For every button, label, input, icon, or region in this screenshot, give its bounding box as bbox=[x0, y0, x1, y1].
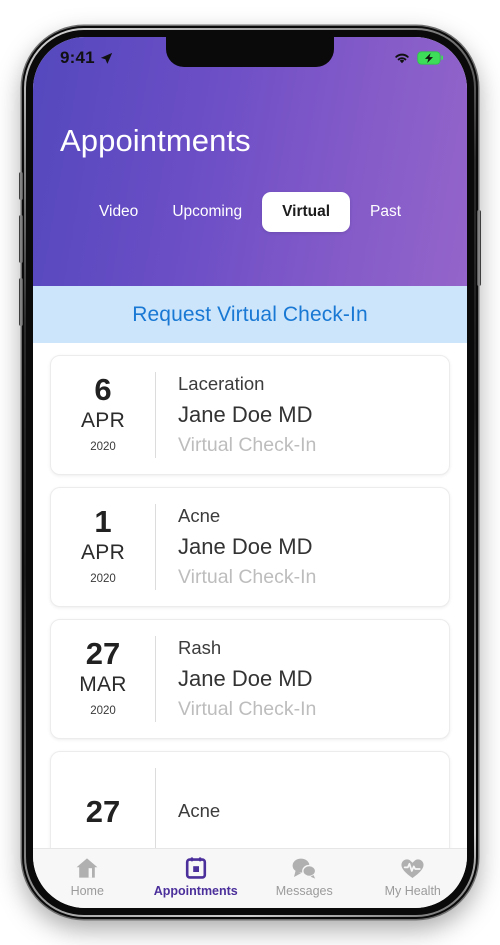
app-header: 9:41 Appointments Video Upcoming Virtual… bbox=[33, 37, 467, 286]
wifi-icon bbox=[395, 53, 409, 64]
status-bar-left: 9:41 bbox=[60, 48, 113, 68]
appointment-date: 27 MAR 2020 bbox=[51, 634, 155, 724]
page-title: Appointments bbox=[60, 123, 251, 158]
tab-bar: Video Upcoming Virtual Past bbox=[33, 192, 467, 232]
bottom-navigation: Home Appointments Messages My Health bbox=[33, 848, 467, 908]
appointment-card-partial[interactable]: 27 Acne bbox=[50, 751, 450, 848]
appointment-year: 2020 bbox=[90, 704, 116, 717]
appointment-month: APR bbox=[80, 541, 126, 565]
status-bar-right bbox=[393, 51, 443, 65]
screenshot-stage: 9:41 Appointments Video Upcoming Virtual… bbox=[0, 0, 500, 945]
nav-label-home: Home bbox=[70, 884, 104, 898]
appointment-day: 6 bbox=[94, 371, 112, 407]
appointment-list[interactable]: 6 APR 2020 Laceration Jane Doe MD Virtua… bbox=[33, 343, 467, 848]
appointment-card[interactable]: 1 APR 2020 Acne Jane Doe MD Virtual Chec… bbox=[50, 487, 450, 607]
nav-item-appointments[interactable]: Appointments bbox=[142, 856, 251, 898]
calendar-icon bbox=[185, 856, 207, 880]
appointment-year: 2020 bbox=[90, 440, 116, 453]
request-virtual-checkin-button[interactable]: Request Virtual Check-In bbox=[33, 286, 467, 343]
appointment-type: Virtual Check-In bbox=[178, 433, 317, 456]
appointment-day: 27 bbox=[85, 793, 121, 829]
appointment-date: 27 bbox=[51, 766, 155, 848]
appointment-month: APR bbox=[80, 409, 126, 433]
nav-label-messages: Messages bbox=[275, 884, 333, 898]
nav-item-home[interactable]: Home bbox=[33, 856, 142, 898]
appointment-card[interactable]: 6 APR 2020 Laceration Jane Doe MD Virtua… bbox=[50, 355, 450, 475]
tab-upcoming[interactable]: Upcoming bbox=[158, 192, 256, 232]
nav-item-messages[interactable]: Messages bbox=[250, 856, 359, 898]
nav-label-appointments: Appointments bbox=[153, 884, 238, 898]
appointment-doctor: Jane Doe MD bbox=[178, 533, 313, 559]
appointment-day: 27 bbox=[85, 635, 121, 671]
volume-down-button[interactable] bbox=[19, 278, 23, 326]
appointment-year: 2020 bbox=[90, 572, 116, 585]
battery-charging-icon bbox=[417, 51, 443, 65]
location-arrow-icon bbox=[100, 52, 113, 64]
appointment-reason: Rash bbox=[178, 637, 222, 659]
tab-virtual[interactable]: Virtual bbox=[262, 192, 351, 232]
appointment-reason: Acne bbox=[178, 505, 221, 527]
silent-switch[interactable] bbox=[19, 172, 23, 200]
home-icon bbox=[75, 856, 99, 880]
appointment-card[interactable]: 27 MAR 2020 Rash Jane Doe MD Virtual Che… bbox=[50, 619, 450, 739]
appointment-details: Acne bbox=[156, 766, 449, 848]
appointment-details: Acne Jane Doe MD Virtual Check-In bbox=[156, 502, 449, 592]
appointment-doctor: Jane Doe MD bbox=[178, 401, 313, 427]
appointment-reason: Laceration bbox=[178, 373, 265, 395]
appointment-details: Laceration Jane Doe MD Virtual Check-In bbox=[156, 370, 449, 460]
status-time-label: 9:41 bbox=[60, 48, 95, 67]
notch bbox=[166, 37, 334, 67]
power-button[interactable] bbox=[477, 210, 481, 286]
appointment-month: MAR bbox=[79, 673, 127, 697]
appointment-type: Virtual Check-In bbox=[178, 565, 317, 588]
tab-video[interactable]: Video bbox=[85, 192, 152, 232]
volume-up-button[interactable] bbox=[19, 215, 23, 263]
appointment-type: Virtual Check-In bbox=[178, 697, 317, 720]
appointment-details: Rash Jane Doe MD Virtual Check-In bbox=[156, 634, 449, 724]
nav-item-my-health[interactable]: My Health bbox=[359, 856, 468, 898]
heart-pulse-icon bbox=[400, 856, 425, 880]
request-virtual-checkin-label: Request Virtual Check-In bbox=[132, 302, 368, 326]
appointment-doctor: Jane Doe MD bbox=[178, 665, 313, 691]
appointment-date: 6 APR 2020 bbox=[51, 370, 155, 460]
chat-bubbles-icon bbox=[291, 856, 317, 880]
tab-past[interactable]: Past bbox=[356, 192, 415, 232]
phone-screen: 9:41 Appointments Video Upcoming Virtual… bbox=[33, 37, 467, 908]
nav-label-my-health: My Health bbox=[384, 884, 441, 898]
appointment-day: 1 bbox=[94, 503, 112, 539]
appointment-date: 1 APR 2020 bbox=[51, 502, 155, 592]
appointment-reason: Acne bbox=[178, 799, 221, 821]
